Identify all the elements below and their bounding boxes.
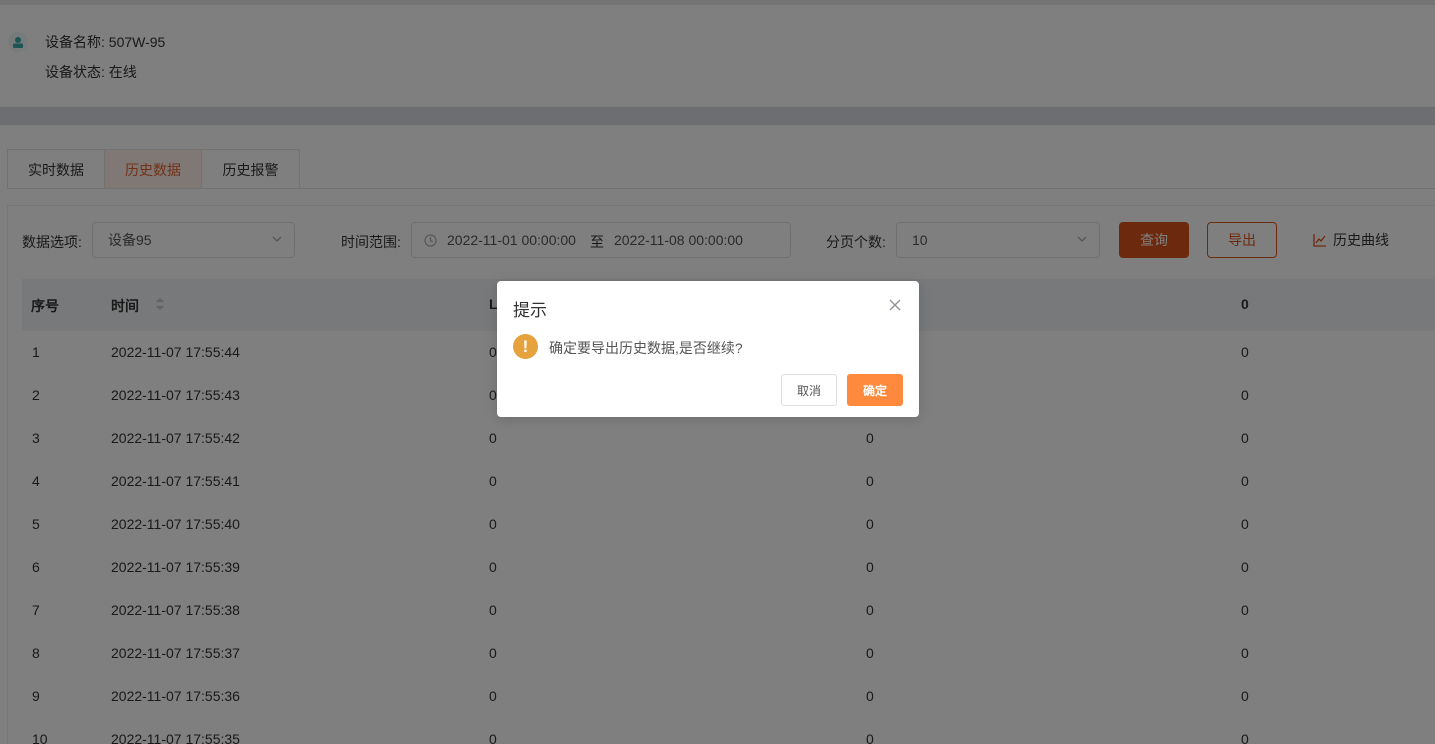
close-icon[interactable] [889,299,901,311]
warning-icon: ! [513,334,538,359]
confirm-button[interactable]: 确定 [847,374,903,406]
dialog-title: 提示 [513,301,547,320]
dialog-message: 确定要导出历史数据,是否继续? [549,340,743,356]
confirm-dialog: 提示 ! 确定要导出历史数据,是否继续? 取消 确定 [497,281,919,417]
cancel-button[interactable]: 取消 [781,374,837,406]
